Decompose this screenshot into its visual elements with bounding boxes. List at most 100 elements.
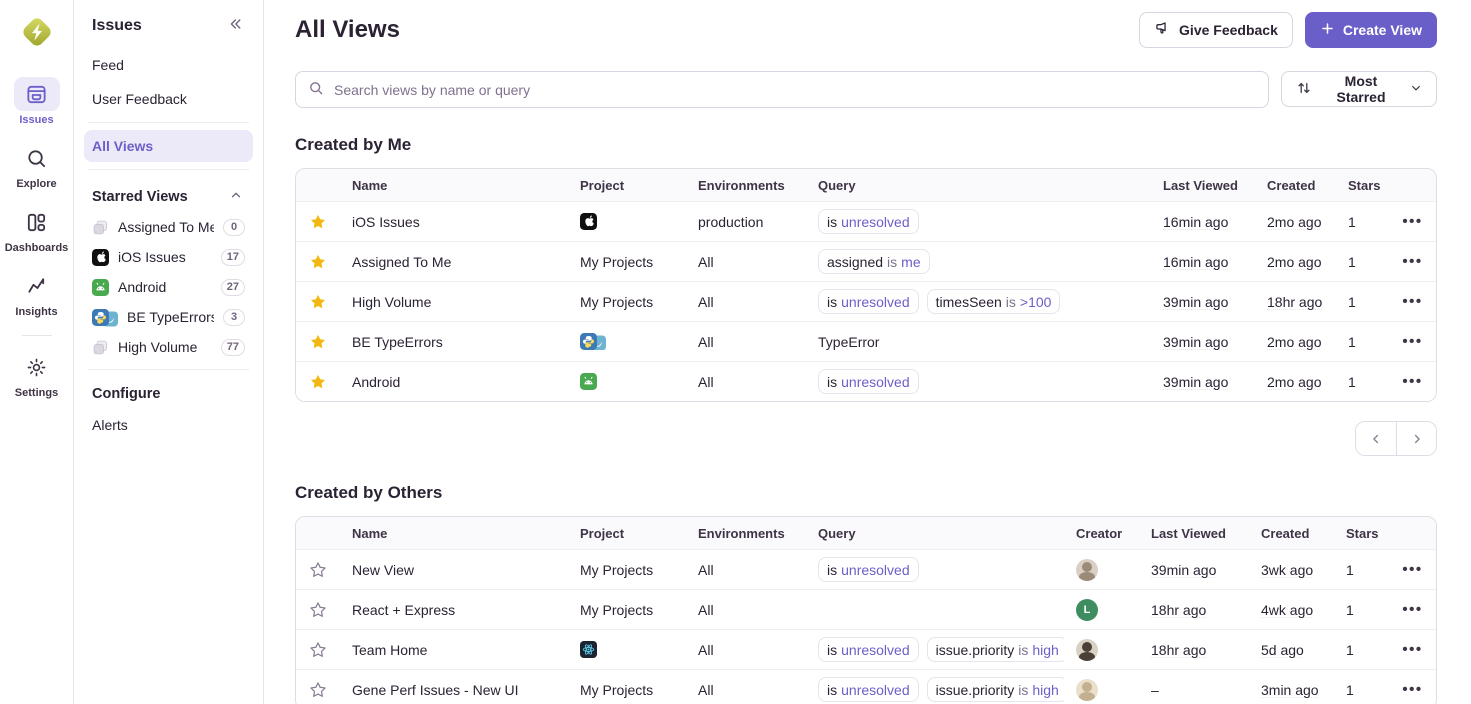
rail-item-insights[interactable]: Insights [14,269,60,318]
ellipsis-icon: ••• [1402,373,1422,390]
row-menu-button[interactable]: ••• [1389,641,1436,658]
table-header-row: NameProjectEnvironmentsQueryLast ViewedC… [296,169,1436,201]
starred-view-be-typeerrors[interactable]: BE TypeErrors 3 [84,302,253,332]
view-name-link[interactable]: Android [352,374,400,390]
view-name-link[interactable]: New View [352,562,414,578]
sentry-logo[interactable] [17,12,57,55]
ellipsis-icon: ••• [1402,641,1422,658]
rail-item-settings[interactable]: Settings [14,350,60,399]
column-header-name: Name [340,178,568,193]
environments-cell: All [686,602,806,618]
stars-count-cell: 1 [1336,294,1389,310]
query-cell: isunresolvedissue.priorityishigh [806,677,1064,702]
star-toggle[interactable] [296,681,340,699]
query-cell: isunresolvedtimesSeenis>100 [806,289,1151,314]
star-toggle[interactable] [296,561,340,579]
row-menu-button[interactable]: ••• [1389,213,1436,230]
collapse-sidebar-button[interactable] [225,14,245,37]
column-header-project: Project [568,526,686,541]
create-view-button[interactable]: Create View [1305,12,1437,48]
column-header-creator: Creator [1064,526,1139,541]
column-header-created: Created [1255,178,1336,193]
starred-view-label: Android [118,279,212,295]
star-toggle[interactable] [296,601,340,619]
react-icon [580,641,597,658]
section-title-created-by-others: Created by Others [295,483,1437,503]
view-name-link[interactable]: Team Home [352,642,427,658]
count-badge: 0 [223,219,245,236]
rail-item-dashboards[interactable]: Dashboards [5,205,69,254]
search-input[interactable] [332,81,1256,99]
view-name-link[interactable]: iOS Issues [352,214,420,230]
star-toggle[interactable] [296,333,340,351]
table-row: AndroidAllisunresolved39min ago2mo ago1•… [296,361,1436,401]
give-feedback-button[interactable]: Give Feedback [1139,12,1293,48]
sidebar-item-user-feedback[interactable]: User Feedback [84,83,253,115]
configure-heading: Configure [92,386,160,402]
view-name-link[interactable]: Gene Perf Issues - New UI [352,682,519,698]
creator-cell [1064,639,1139,661]
avatar [1076,559,1098,581]
sort-arrows-icon [1296,80,1312,99]
star-toggle[interactable] [296,213,340,231]
row-menu-button[interactable]: ••• [1389,681,1436,698]
row-menu-button[interactable]: ••• [1389,601,1436,618]
search-box [295,71,1269,108]
row-menu-button[interactable]: ••• [1389,293,1436,310]
next-page-button[interactable] [1396,422,1436,455]
rail-item-explore[interactable]: Explore [14,141,60,190]
star-toggle[interactable] [296,641,340,659]
last-viewed-cell: 16min ago [1151,214,1255,230]
row-menu-button[interactable]: ••• [1389,373,1436,390]
view-name-link[interactable]: React + Express [352,602,455,618]
table-row: iOS Issuesproductionisunresolved16min ag… [296,201,1436,241]
project-cell [568,333,686,350]
row-menu-button[interactable]: ••• [1389,333,1436,350]
collapse-starred-button[interactable] [227,186,245,207]
column-header-stars: Stars [1336,178,1389,193]
project-stack-icon [92,219,109,236]
created-cell: 18hr ago [1255,294,1336,310]
project-cell: My Projects [568,294,686,310]
row-menu-button[interactable]: ••• [1389,561,1436,578]
ellipsis-icon: ••• [1402,681,1422,698]
sidebar-item-alerts[interactable]: Alerts [84,409,253,441]
table-row: Assigned To MeMy ProjectsAllassignedisme… [296,241,1436,281]
starred-view-assigned-to-me[interactable]: Assigned To Me 0 [84,212,253,242]
explore-icon [14,141,60,175]
star-icon [309,641,327,659]
section-title-created-by-me: Created by Me [295,135,1437,155]
query-pill: isunresolved [818,289,919,314]
created-cell: 2mo ago [1255,374,1336,390]
sidebar-item-all-views[interactable]: All Views [84,130,253,162]
star-toggle[interactable] [296,373,340,391]
environments-cell: All [686,562,806,578]
table-row: Gene Perf Issues - New UIMy ProjectsAlli… [296,669,1436,704]
starred-view-label: High Volume [118,339,212,355]
column-header-query: Query [806,178,1151,193]
starred-view-android[interactable]: Android 27 [84,272,253,302]
starred-view-label: iOS Issues [118,249,212,265]
sidebar-item-feed[interactable]: Feed [84,49,253,81]
stars-count-cell: 1 [1336,254,1389,270]
sort-dropdown[interactable]: Most Starred [1281,71,1437,107]
view-name-link[interactable]: High Volume [352,294,431,310]
count-badge: 77 [221,339,245,356]
created-cell: 2mo ago [1255,214,1336,230]
query-cell: isunresolved [806,557,1064,582]
view-name-link[interactable]: Assigned To Me [352,254,451,270]
view-name-link[interactable]: BE TypeErrors [352,334,443,350]
python-icon [92,309,109,326]
star-toggle[interactable] [296,293,340,311]
stars-count-cell: 1 [1334,562,1389,578]
rail-item-issues[interactable]: Issues [14,77,60,126]
starred-view-high-volume[interactable]: High Volume 77 [84,332,253,362]
previous-page-button[interactable] [1356,422,1396,455]
starred-view-ios-issues[interactable]: iOS Issues 17 [84,242,253,272]
row-menu-button[interactable]: ••• [1389,253,1436,270]
project-cell: My Projects [568,602,686,618]
creator-cell: L [1064,599,1139,621]
star-toggle[interactable] [296,253,340,271]
column-header-environments: Environments [686,526,806,541]
ellipsis-icon: ••• [1402,601,1422,618]
